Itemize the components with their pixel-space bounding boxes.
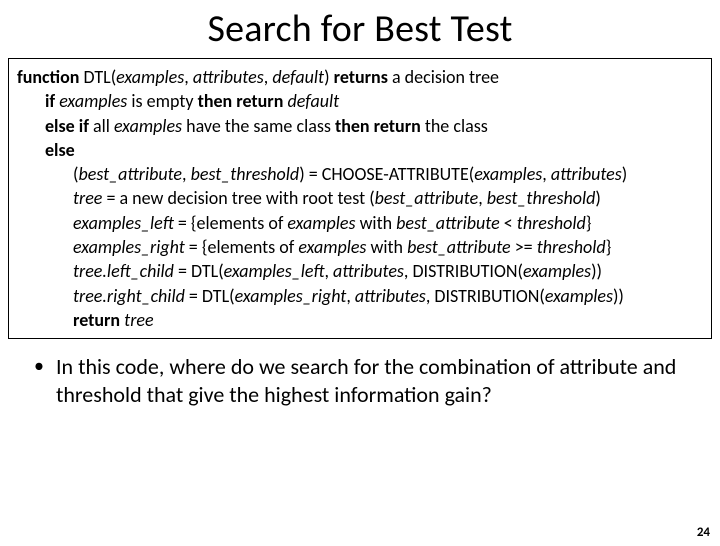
- bullet-text: In this code, where do we search for the…: [56, 353, 686, 408]
- pseudocode-box: function DTL(examples, attributes, defau…: [8, 58, 712, 339]
- code-line: function DTL(examples, attributes, defau…: [17, 65, 703, 89]
- bullet-dot-icon: •: [34, 353, 56, 408]
- code-line: return tree: [17, 308, 703, 332]
- code-line: else if all examples have the same class…: [17, 114, 703, 138]
- code-line: examples_left = {elements of examples wi…: [17, 211, 703, 235]
- code-line: else: [17, 138, 703, 162]
- code-line: examples_right = {elements of examples w…: [17, 235, 703, 259]
- page-number: 24: [697, 525, 710, 540]
- code-line: (best_attribute, best_threshold) = CHOOS…: [17, 162, 703, 186]
- bullet-list: • In this code, where do we search for t…: [34, 353, 686, 408]
- code-line: tree.right_child = DTL(examples_right, a…: [17, 284, 703, 308]
- code-line: if examples is empty then return default: [17, 89, 703, 113]
- bullet-item: • In this code, where do we search for t…: [34, 353, 686, 408]
- code-line: tree = a new decision tree with root tes…: [17, 186, 703, 210]
- slide: Search for Best Test function DTL(exampl…: [0, 6, 720, 546]
- slide-title: Search for Best Test: [0, 6, 720, 52]
- code-line: tree.left_child = DTL(examples_left, att…: [17, 259, 703, 283]
